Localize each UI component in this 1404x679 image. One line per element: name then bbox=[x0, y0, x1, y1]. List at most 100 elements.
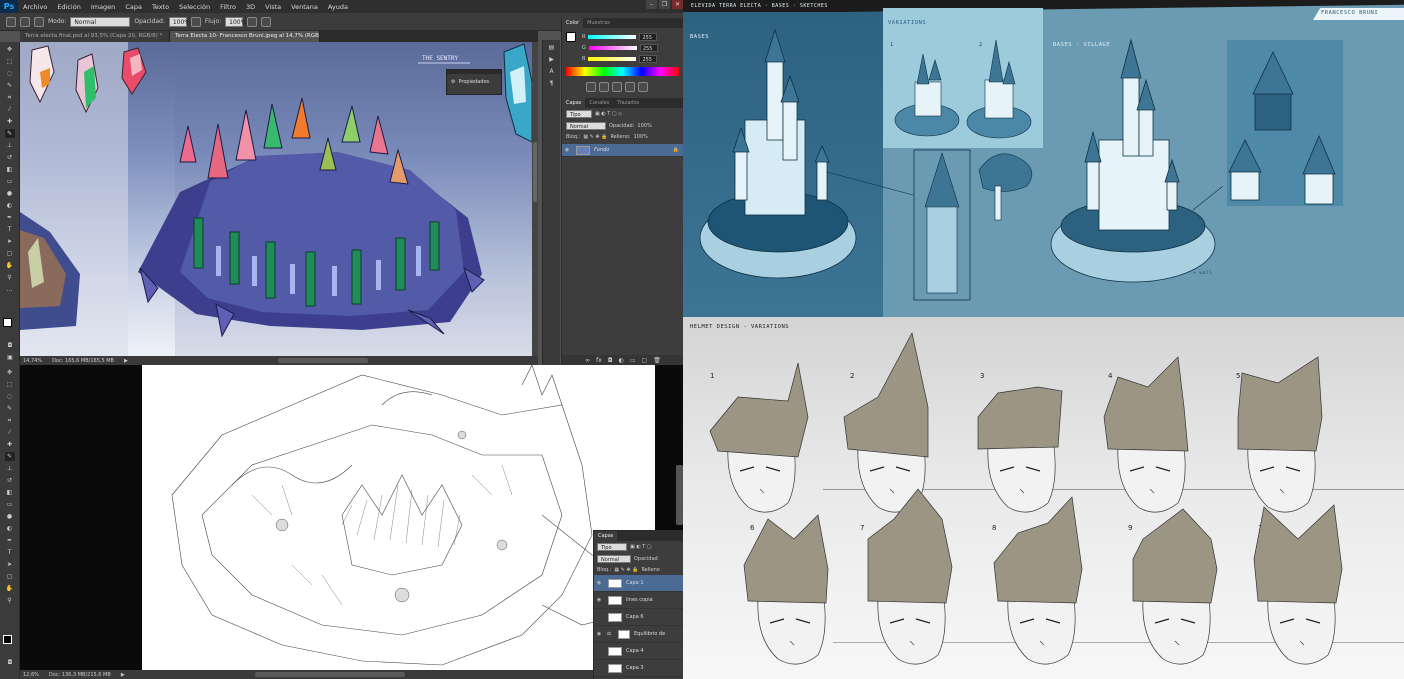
horizontal-scrollbar[interactable] bbox=[254, 672, 405, 677]
blend-mode-select[interactable]: Normal bbox=[566, 122, 606, 130]
visibility-eye-icon[interactable]: ◉ bbox=[594, 597, 604, 603]
layer-name[interactable]: Fondo bbox=[594, 147, 609, 153]
horizontal-scrollbar[interactable] bbox=[277, 358, 368, 363]
tab-capas[interactable]: Capas bbox=[594, 531, 618, 541]
path-select-icon[interactable]: ➤ bbox=[5, 237, 15, 246]
airbrush-icon[interactable] bbox=[247, 16, 258, 27]
menu-filtro[interactable]: Filtro bbox=[215, 3, 241, 11]
new-layer-icon[interactable]: ▢ bbox=[642, 357, 648, 364]
paragraph-panel-icon[interactable]: ¶ bbox=[547, 79, 557, 88]
green-value[interactable]: 255 bbox=[639, 43, 658, 52]
healing-tool-icon[interactable]: ✚ bbox=[5, 117, 15, 126]
menu-3d[interactable]: 3D bbox=[241, 3, 260, 11]
tab-trazados[interactable]: Trazados bbox=[613, 98, 643, 108]
zoom-tool-icon[interactable]: ⚲ bbox=[5, 273, 15, 282]
slider-green[interactable]: G 255 bbox=[562, 42, 683, 53]
canvas-bottom[interactable] bbox=[142, 365, 655, 672]
filter-icons[interactable]: ▣ ◐ T ▢ bbox=[630, 544, 652, 550]
adjust-levels-icon[interactable] bbox=[599, 82, 609, 92]
restore-icon[interactable]: ❐ bbox=[659, 0, 670, 9]
healing-tool-icon[interactable]: ✚ bbox=[5, 440, 15, 449]
layer-row-capa-6[interactable]: Capa 6 bbox=[594, 609, 683, 626]
lasso-tool-icon[interactable]: ◌ bbox=[5, 69, 15, 78]
pen-tool-icon[interactable]: ✒ bbox=[5, 213, 15, 222]
delete-layer-icon[interactable]: 🗑 bbox=[653, 357, 661, 364]
layer-row-capa-1[interactable]: ◉ Capa 1 bbox=[594, 575, 683, 592]
crop-tool-icon[interactable]: ⌗ bbox=[5, 416, 15, 425]
adjust-curves-icon[interactable] bbox=[612, 82, 622, 92]
status-arrow-icon[interactable]: ▶ bbox=[121, 672, 125, 678]
menu-capa[interactable]: Capa bbox=[120, 3, 147, 11]
red-value[interactable]: 255 bbox=[639, 32, 658, 41]
path-select-icon[interactable]: ➤ bbox=[5, 560, 15, 569]
quick-select-icon[interactable]: ✎ bbox=[5, 81, 15, 90]
fill-value[interactable]: 100% bbox=[634, 134, 648, 140]
layer-name[interactable]: lines copia bbox=[626, 597, 653, 603]
close-icon[interactable]: ✕ bbox=[672, 0, 683, 9]
adjust-vibrance-icon[interactable] bbox=[638, 82, 648, 92]
menu-edicion[interactable]: Edición bbox=[52, 3, 86, 11]
blur-tool-icon[interactable]: ● bbox=[5, 189, 15, 198]
gradient-tool-icon[interactable]: ▭ bbox=[5, 177, 15, 186]
layer-name[interactable]: Capa 3 bbox=[626, 665, 644, 671]
history-panel-icon[interactable]: ▤ bbox=[547, 43, 557, 52]
menu-archivo[interactable]: Archivo bbox=[18, 3, 52, 11]
lock-icons[interactable]: ▦ ✎ ✥ 🔒 bbox=[614, 567, 638, 573]
color-fg-swatch[interactable] bbox=[566, 32, 576, 42]
type-tool-icon[interactable]: T bbox=[5, 225, 15, 234]
vertical-scrollbar[interactable] bbox=[532, 42, 538, 356]
stamp-tool-icon[interactable]: ⊥ bbox=[5, 141, 15, 150]
slider-red[interactable]: R 255 bbox=[562, 31, 683, 42]
tab-color[interactable]: Color bbox=[562, 18, 584, 28]
screen-mode-icon[interactable]: ▣ bbox=[5, 353, 15, 362]
menu-ventana[interactable]: Ventana bbox=[286, 3, 323, 11]
tab-muestras[interactable]: Muestras bbox=[583, 18, 614, 28]
foreground-color-swatch[interactable] bbox=[3, 318, 12, 327]
brush-panel-icon[interactable] bbox=[34, 16, 44, 27]
move-tool-icon[interactable]: ✥ bbox=[5, 45, 15, 54]
filter-icons[interactable]: ▣ ◐ T ▢ ◇ bbox=[595, 111, 622, 117]
status-arrow-icon[interactable]: ▶ bbox=[124, 358, 128, 364]
flow-input[interactable]: 100% bbox=[225, 16, 246, 27]
actions-panel-icon[interactable]: ▶ bbox=[547, 55, 557, 64]
layer-name[interactable]: Capa 6 bbox=[626, 614, 644, 620]
lasso-tool-icon[interactable]: ◌ bbox=[5, 392, 15, 401]
blur-tool-icon[interactable]: ● bbox=[5, 512, 15, 521]
hand-tool-icon[interactable]: ✋ bbox=[5, 584, 15, 593]
layer-opacity-value[interactable]: 100% bbox=[637, 123, 651, 129]
layer-name[interactable]: Capa 1 bbox=[626, 580, 644, 586]
layer-name[interactable]: Capa 4 bbox=[626, 648, 644, 654]
menu-seleccion[interactable]: Selección bbox=[174, 3, 215, 11]
group-icon[interactable]: ▭ bbox=[630, 357, 636, 364]
move-tool-icon[interactable]: ✥ bbox=[5, 368, 15, 377]
add-mask-icon[interactable]: ◘ bbox=[608, 357, 613, 364]
color-spectrum-bar[interactable] bbox=[566, 67, 679, 76]
adjust-brightness-icon[interactable] bbox=[586, 82, 596, 92]
adjustment-layer-icon[interactable]: ◐ bbox=[619, 357, 624, 364]
opacity-input[interactable]: 100% bbox=[168, 16, 190, 27]
adjust-exposure-icon[interactable] bbox=[625, 82, 635, 92]
tab-terra-electa-final[interactable]: Terra electa final.psd al 93,5% (Capa 20… bbox=[20, 31, 170, 42]
zoom-level[interactable]: 14,74% bbox=[23, 358, 42, 364]
quick-mask-icon[interactable]: ◘ bbox=[5, 658, 15, 667]
properties-label[interactable]: Propiedades bbox=[458, 79, 489, 85]
dodge-tool-icon[interactable]: ◐ bbox=[5, 201, 15, 210]
brush-preset-icon[interactable] bbox=[20, 16, 30, 27]
zoom-tool-icon[interactable]: ⚲ bbox=[5, 596, 15, 605]
layer-row-equilibrio[interactable]: ◉ ⚖ Equilibrio de bbox=[594, 626, 683, 643]
mode-select[interactable]: Normal bbox=[70, 16, 131, 27]
marquee-tool-icon[interactable]: ⬚ bbox=[5, 57, 15, 66]
eraser-tool-icon[interactable]: ◧ bbox=[5, 488, 15, 497]
vertical-scrollbar-bottom[interactable] bbox=[676, 465, 683, 525]
shape-tool-icon[interactable]: ▢ bbox=[5, 249, 15, 258]
layer-row-capa-4[interactable]: Capa 4 bbox=[594, 643, 683, 660]
more-tools-icon[interactable]: … bbox=[5, 285, 15, 294]
layer-row-capa-3[interactable]: Capa 3 bbox=[594, 660, 683, 677]
history-brush-icon[interactable]: ↺ bbox=[5, 153, 15, 162]
visibility-eye-icon[interactable]: ◉ bbox=[562, 147, 572, 153]
blue-value[interactable]: 255 bbox=[639, 54, 658, 63]
quick-select-icon[interactable]: ✎ bbox=[5, 404, 15, 413]
tab-capas[interactable]: Capas bbox=[562, 98, 586, 108]
foreground-color-swatch[interactable] bbox=[3, 635, 12, 644]
canvas-top[interactable]: THE SENTRY ⚙ Propiedades bbox=[20, 42, 532, 356]
